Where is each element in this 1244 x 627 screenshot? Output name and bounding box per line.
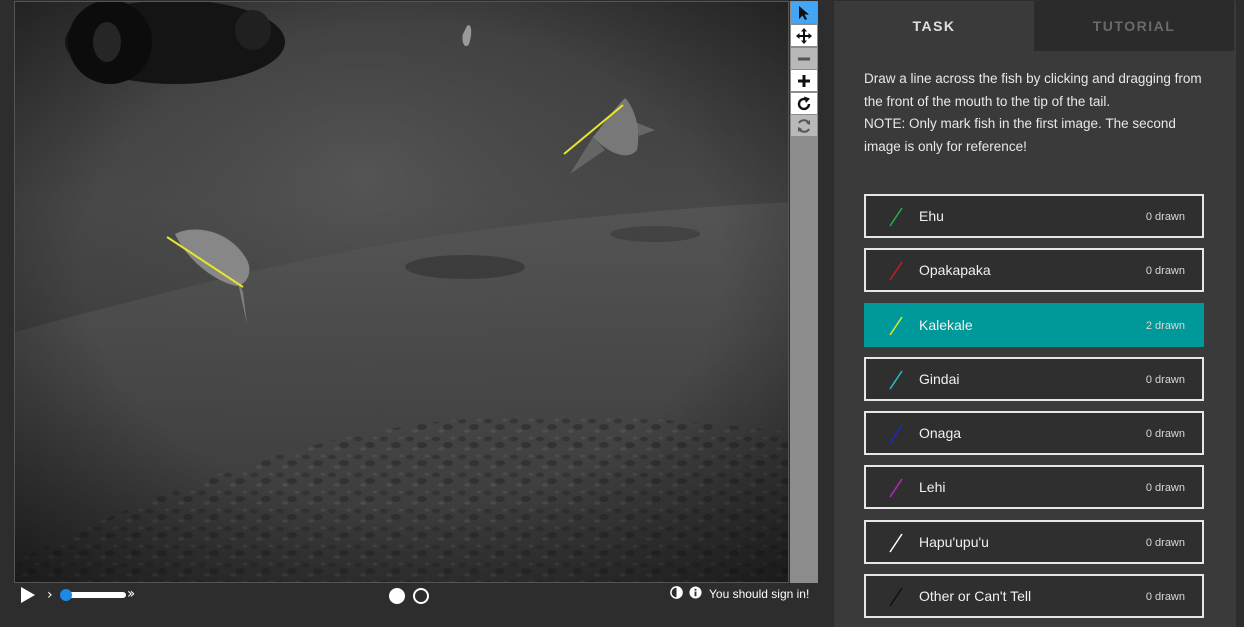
task-panel: TASK TUTORIAL Draw a line across the fis… (834, 1, 1236, 627)
option-lehi[interactable]: Lehi 0 drawn (864, 465, 1204, 509)
zoom-in-button[interactable] (791, 70, 817, 91)
option-ehu[interactable]: Ehu 0 drawn (864, 194, 1204, 238)
option-label: Ehu (919, 208, 944, 224)
sign-in-prompt: You should sign in! (709, 587, 810, 601)
pointer-tool[interactable] (791, 2, 817, 23)
rotate-button[interactable] (791, 93, 817, 114)
tab-tutorial[interactable]: TUTORIAL (1034, 1, 1234, 51)
option-onaga[interactable]: Onaga 0 drawn (864, 411, 1204, 455)
line-swatch-icon (889, 316, 903, 336)
line-swatch-icon (889, 261, 903, 281)
frame-dot-1[interactable] (389, 588, 405, 604)
minus-icon (798, 57, 810, 60)
line-swatch-icon (889, 424, 903, 444)
option-gindai[interactable]: Gindai 0 drawn (864, 357, 1204, 401)
option-hapu-upu-u[interactable]: Hapu'upu'u 0 drawn (864, 520, 1204, 564)
refresh-icon (798, 118, 810, 133)
contrast-icon[interactable] (670, 586, 683, 599)
option-opakapaka[interactable]: Opakapaka 0 drawn (864, 248, 1204, 292)
option-label: Gindai (919, 371, 960, 387)
move-arrows-icon (796, 27, 812, 44)
option-other-or-can-t-tell[interactable]: Other or Can't Tell 0 drawn (864, 574, 1204, 618)
option-kalekale[interactable]: Kalekale 2 drawn (864, 303, 1204, 347)
speed-fast-icon[interactable]: ›› (127, 586, 135, 602)
line-swatch-icon (889, 207, 903, 227)
info-icon[interactable] (689, 586, 702, 599)
option-count: 0 drawn (1145, 482, 1185, 494)
option-count: 0 drawn (1145, 374, 1185, 386)
tab-task[interactable]: TASK (834, 1, 1034, 51)
subject-image[interactable] (15, 2, 789, 583)
image-toolbar (790, 1, 818, 583)
line-swatch-icon (889, 370, 903, 390)
subject-viewer[interactable] (14, 1, 789, 583)
option-label: Opakapaka (919, 262, 991, 278)
option-count: 2 drawn (1145, 320, 1185, 332)
option-label: Onaga (919, 425, 962, 441)
option-count: 0 drawn (1145, 537, 1185, 549)
option-count: 0 drawn (1145, 211, 1185, 223)
speed-slider-thumb[interactable] (60, 589, 72, 601)
line-swatch-icon (889, 533, 903, 553)
playback-controls: › ›› You should sign in! (14, 584, 818, 606)
option-count: 0 drawn (1145, 591, 1185, 603)
speed-slow-icon[interactable]: › (47, 587, 53, 603)
option-label: Other or Can't Tell (919, 588, 1032, 604)
option-label: Kalekale (919, 317, 973, 333)
plus-icon (798, 74, 810, 87)
option-label: Lehi (919, 479, 946, 495)
instruction-note: NOTE: Only mark fish in the first image.… (864, 116, 1176, 154)
cursor-icon (799, 5, 809, 20)
zoom-out-button[interactable] (791, 48, 817, 69)
rotate-icon (797, 96, 811, 110)
bait-cage (65, 2, 285, 84)
task-instructions: Draw a line across the fish by clicking … (864, 68, 1209, 158)
line-swatch-icon (889, 478, 903, 498)
move-tool[interactable] (791, 25, 817, 46)
reset-button[interactable] (791, 115, 817, 136)
option-count: 0 drawn (1145, 428, 1185, 440)
play-icon[interactable] (18, 585, 38, 605)
speed-slider[interactable] (60, 589, 126, 601)
panel-tabs: TASK TUTORIAL (834, 1, 1234, 51)
line-swatch-icon (889, 587, 903, 607)
option-count: 0 drawn (1145, 265, 1185, 277)
option-label: Hapu'upu'u (919, 534, 989, 550)
instruction-text: Draw a line across the fish by clicking … (864, 71, 1202, 109)
frame-dot-2[interactable] (413, 588, 429, 604)
